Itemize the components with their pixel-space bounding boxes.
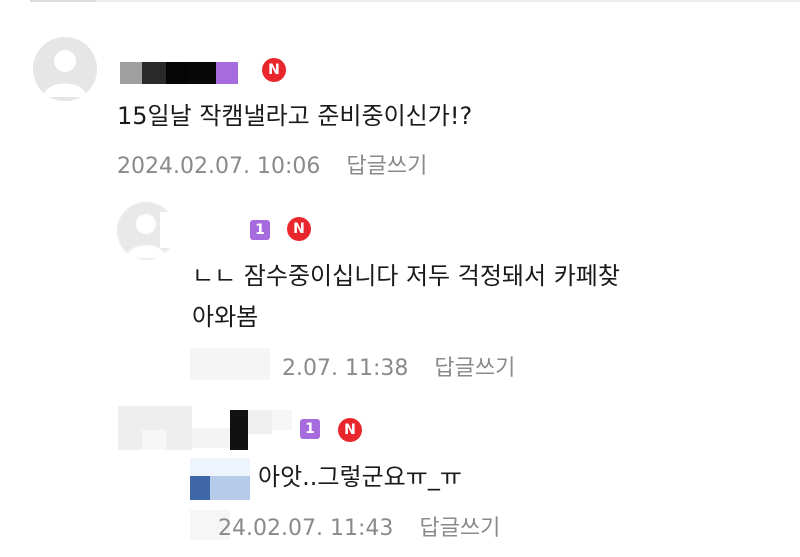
level-badge: 1 [300,419,320,439]
redaction-patch [160,212,200,248]
reply-button[interactable]: 답글쓰기 [434,350,515,382]
redacted-avatar [142,430,166,450]
redaction-patch [230,410,248,450]
level-badge: 1 [250,220,270,240]
comment-date: 24.02.07. 11:43 [218,516,394,541]
comment-date: 2024.02.07. 10:06 [117,154,321,179]
redaction-patch [190,348,270,380]
reply-button[interactable]: 답글쓰기 [419,510,500,542]
redaction-patch [248,410,272,434]
default-user-icon [33,37,97,101]
redaction-patch [210,476,250,500]
new-badge: N [262,58,286,82]
comment-date: 2.07. 11:38 [282,356,409,381]
new-badge: N [338,418,362,442]
comment-thread: N 15일날 작캠낼라고 준비중이신가!? 2024.02.07. 10:06 답… [0,0,800,557]
avatar[interactable] [33,37,97,101]
nickname-redacted[interactable] [120,62,240,84]
comment-text-line2: 아와봄 [192,303,259,331]
new-badge: N [287,217,311,241]
redaction-patch [190,458,250,476]
comment-meta: 24.02.07. 11:43 답글쓰기 [218,510,500,542]
comment-text: 15일날 작캠낼라고 준비중이신가!? [117,102,473,130]
redaction-patch [272,410,292,430]
reply-button[interactable]: 답글쓰기 [346,148,427,180]
comment-text: ㄴㄴ 잠수중이십니다 저두 걱정돼서 카페찾 [192,262,620,290]
comment-meta: 2024.02.07. 10:06 답글쓰기 [117,148,427,180]
redaction-patch [190,476,210,500]
comment-text: 아앗..그렇군요ㅠ_ㅠ [258,463,462,491]
divider [30,0,800,8]
comment-meta: 2.07. 11:38 답글쓰기 [282,350,515,382]
